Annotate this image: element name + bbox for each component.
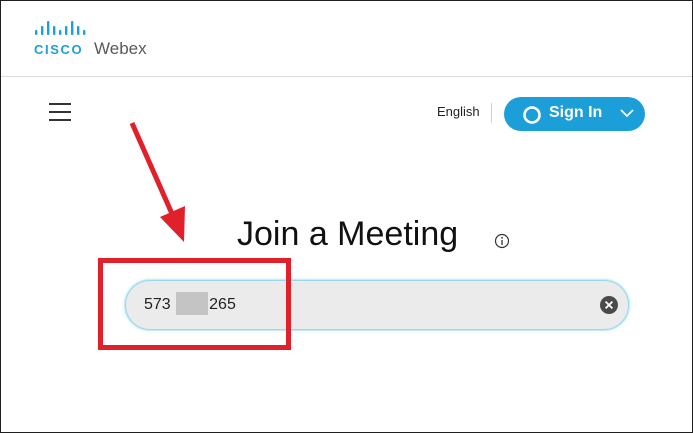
webex-swirl-icon <box>523 106 541 124</box>
sign-in-button[interactable]: Sign In <box>504 97 645 131</box>
cisco-bars-icon <box>35 21 86 35</box>
meeting-number-input[interactable] <box>144 294 584 316</box>
logo-webex-text: Webex <box>94 39 147 58</box>
menu-icon[interactable] <box>49 103 71 123</box>
nav-divider <box>491 103 492 123</box>
clear-icon[interactable] <box>599 295 619 315</box>
webex-page: CISCO Webex English Sign In Join a Meeti… <box>0 0 693 433</box>
logo-cisco-text: CISCO <box>34 42 84 57</box>
info-icon[interactable] <box>494 233 510 249</box>
header: CISCO Webex <box>1 1 692 77</box>
redacted-digits <box>176 292 208 315</box>
cisco-webex-logo[interactable]: CISCO Webex <box>34 20 164 60</box>
page-title: Join a Meeting <box>237 215 459 253</box>
meeting-number-field[interactable] <box>125 280 629 330</box>
language-selector[interactable]: English <box>437 104 480 119</box>
sign-in-label: Sign In <box>549 104 603 121</box>
chevron-down-icon <box>620 109 634 118</box>
